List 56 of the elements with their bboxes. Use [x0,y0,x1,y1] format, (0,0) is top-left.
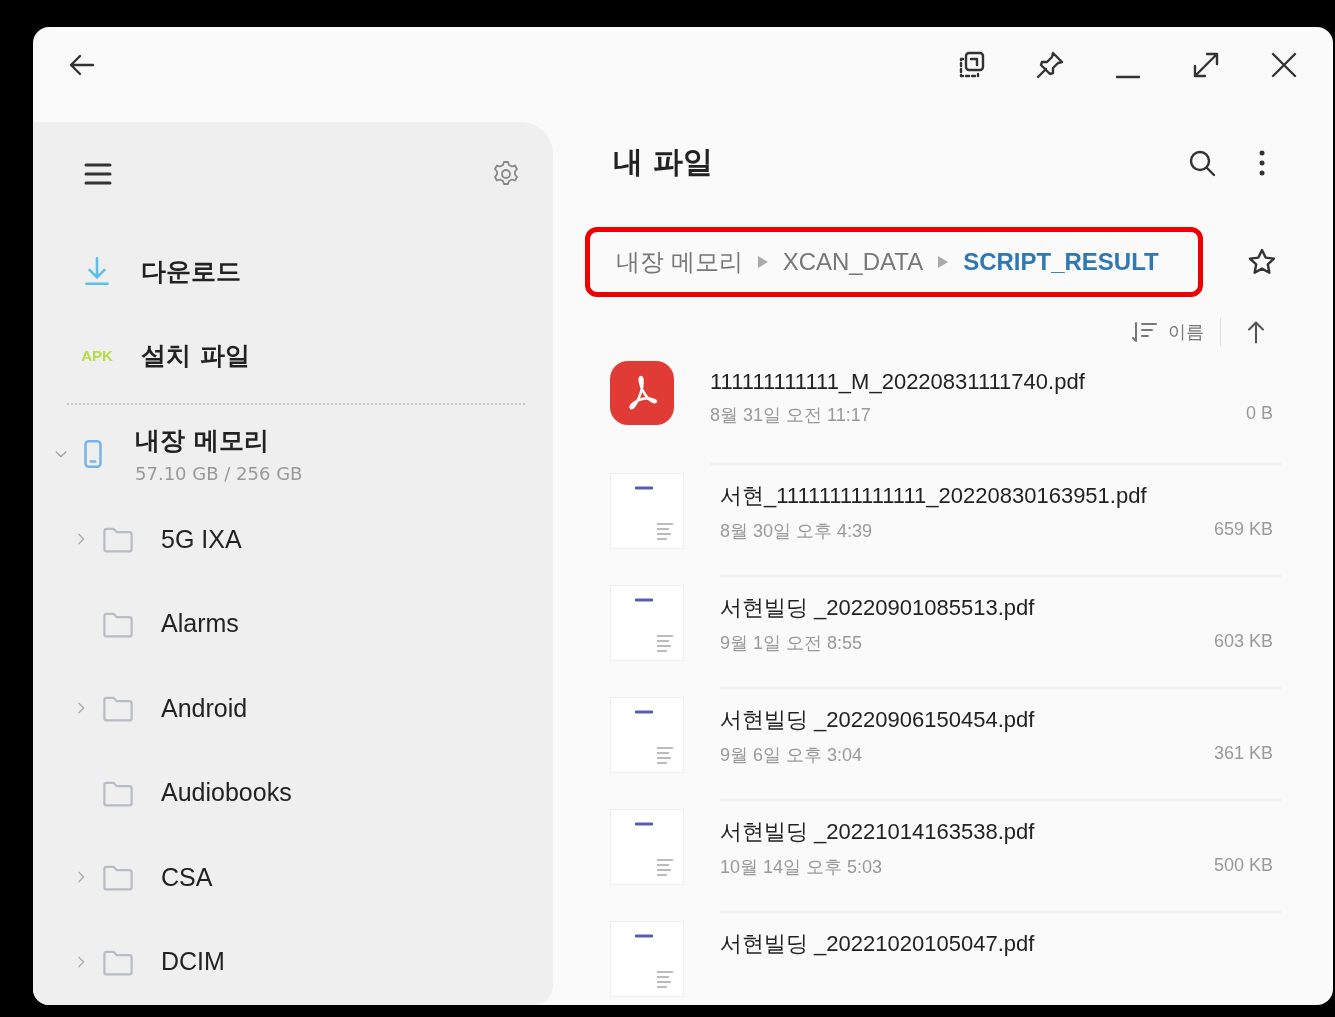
file-size: 0 B [1245,403,1273,425]
pin-icon [1035,49,1065,80]
triangle-separator-icon [937,255,950,269]
breadcrumb-link[interactable]: 내장 메모리 [616,246,743,278]
file-row[interactable]: 서현빌딩 _20221020105047.pdf [585,921,1281,1005]
file-name: 111111111111_M_20220831111740.pdf [710,369,1086,395]
file-size: 361 KB [1213,743,1273,765]
more-vertical-icon [1259,149,1265,176]
sort-icon [1132,320,1158,344]
folder-name: CSA [161,862,213,892]
page-title: 내 파일 [613,143,715,181]
file-date: 8월 30일 오후 4:39 [720,520,873,543]
overlapping-squares-icon [957,49,987,80]
file-date: 10월 14일 오후 5:03 [720,856,883,879]
folder-name: Android [161,693,248,723]
folder-item[interactable]: Audiobooks [53,750,525,835]
file-size: 500 KB [1213,855,1273,877]
file-row[interactable]: 서현빌딩 _20220906150454.pdf 9월 6일 오후 3:04 361 KB [585,697,1281,809]
file-row[interactable]: 111111111111_M_20220831111740.pdf 8월 31일 오전 11:17 0 B [585,361,1281,473]
breadcrumb-link[interactable]: XCAN_DATA [782,248,924,276]
file-date: 9월 1일 오전 8:55 [720,632,863,655]
minimize-icon [1115,74,1141,79]
file-name: 서현빌딩 _20220901085513.pdf [720,594,1036,622]
storage-name: 내장 메모리 [135,425,270,457]
file-row[interactable]: 서현빌딩 _20221014163538.pdf 10월 14일 오후 5:03 500 KB [585,809,1281,921]
triangle-separator-icon [756,255,769,269]
breadcrumb-link[interactable]: SCRIPT_RESULT [963,248,1159,276]
folder-name: DCIM [161,947,225,977]
file-name: 서현_11111111111111_20220830163951.pdf [720,482,1148,510]
star-icon [1247,247,1277,277]
folder-name: 5G IXA [161,524,242,554]
file-name: 서현빌딩 _20220906150454.pdf [720,706,1036,734]
file-size: 603 KB [1213,631,1273,653]
folder-item[interactable]: DCIM [53,919,525,1004]
folder-name: Audiobooks [161,778,292,808]
folder-item[interactable]: Android [53,666,525,751]
pdf-icon [610,361,674,425]
sort-button[interactable]: 이름 [1132,320,1204,344]
folder-item[interactable]: Alarms [53,581,525,666]
apk-label: APK [81,346,113,364]
file-name: 서현빌딩 _20221014163538.pdf [720,818,1036,846]
sidebar-label: 다운로드 [141,255,241,288]
file-name: 서현빌딩 _20221020105047.pdf [720,930,1036,958]
file-date: 9월 6일 오후 3:04 [720,744,863,767]
storage-item[interactable]: 내장 메모리 57.10 GB / 256 GB [53,411,525,497]
file-row[interactable]: 서현_11111111111111_20220830163951.pdf 8월 30일 오후 4:39 659 KB [585,473,1281,585]
sidebar-item[interactable]: APK 설치 파일 [53,313,525,397]
file-date: 8월 31일 오전 11:17 [710,404,871,427]
folder-item[interactable]: 5G IXA [53,497,525,582]
sidebar-label: 설치 파일 [141,339,250,372]
file-row[interactable]: 서현빌딩 _20220901085513.pdf 9월 1일 오전 8:55 603 KB [585,585,1281,697]
storage-usage: 57.10 GB / 256 GB [135,463,303,484]
folder-name: Alarms [161,609,239,639]
folder-item[interactable]: CSA [53,835,525,920]
file-size: 659 KB [1213,519,1273,541]
sidebar-item[interactable]: 다운로드 [53,229,525,313]
